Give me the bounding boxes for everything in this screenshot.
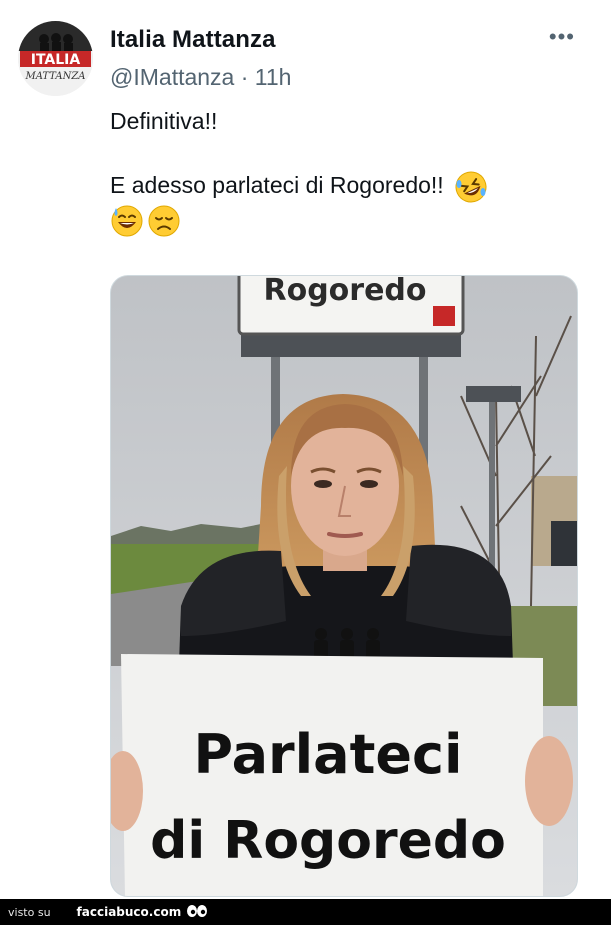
author-name[interactable]: Italia Mattanza (110, 26, 276, 54)
rofl-emoji (454, 170, 488, 204)
tweet-line-2: E adesso parlateci di Rogoredo!! (110, 172, 444, 198)
footer-visto-label: visto su (8, 905, 51, 919)
footer-brand[interactable]: facciabuco.com (77, 905, 182, 919)
tweet-text: Definitiva!! E adesso parlateci di Rogor… (110, 105, 580, 238)
road-sign-text: Rogoredo (263, 276, 426, 308)
handle-row: @IMattanza · 11h (110, 64, 291, 91)
placard-line-2: di Rogoredo (150, 811, 506, 871)
placard-line-1: Parlateci (193, 723, 462, 786)
avatar-text-2: MATTANZA (24, 71, 85, 82)
more-options-icon[interactable]: ••• (549, 26, 575, 48)
author-handle[interactable]: @IMattanza (110, 64, 234, 90)
grinning-sweat-emoji (110, 204, 144, 238)
eyes-icon (186, 904, 208, 921)
disappointed-face-emoji (147, 204, 181, 238)
tweet-media-photo[interactable]: Rogoredo Parlateci di Rogoredo (110, 275, 578, 897)
tweet-time[interactable]: 11h (255, 64, 292, 90)
avatar[interactable]: ITALIA MATTANZA (18, 21, 93, 96)
tweet-line-1: Definitiva!! (110, 108, 218, 134)
separator-dot: · (240, 64, 249, 90)
avatar-text-1: ITALIA (31, 52, 81, 68)
watermark-footer: visto su facciabuco.com (0, 899, 611, 925)
